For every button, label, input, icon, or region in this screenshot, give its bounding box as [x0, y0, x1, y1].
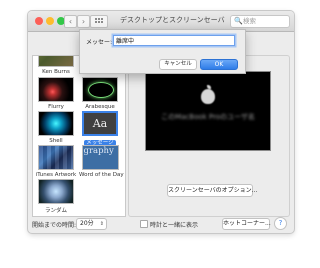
minimize-window-button[interactable] — [46, 17, 54, 25]
close-window-button[interactable] — [35, 17, 43, 25]
help-button[interactable]: ? — [274, 217, 287, 230]
apple-logo-icon — [201, 85, 215, 104]
saver-label: Shell — [49, 138, 63, 144]
hot-corners-button[interactable]: ホットコーナー... — [222, 218, 271, 230]
saver-thumbnail — [38, 56, 74, 67]
saver-thumbnail: Aa — [82, 111, 118, 136]
show-clock-checkbox[interactable] — [140, 220, 148, 228]
saver-random[interactable]: ランダム — [35, 179, 77, 214]
message-sheet: メッセージ: 離席中 キャンセル OK — [79, 29, 246, 74]
show-clock-label: 時計と一緒に表示 — [150, 222, 199, 229]
ok-button[interactable]: OK — [200, 59, 238, 70]
saver-thumbnail — [38, 179, 74, 204]
message-input[interactable]: 離席中 — [113, 35, 235, 46]
search-icon: 🔍 — [234, 17, 243, 25]
saver-label: Arabesque — [85, 104, 115, 110]
back-button[interactable]: ‹ — [64, 15, 77, 28]
window-title: デスクトップとスクリーンセーバ — [120, 16, 225, 24]
saver-itunes-artwork[interactable]: iTunes Artwork — [35, 145, 77, 178]
saver-label: Flurry — [48, 104, 64, 110]
show-all-grid-button[interactable] — [90, 15, 108, 28]
saver-label: ランダム — [44, 208, 67, 214]
preview-pane: このMacBook Proのユーザ名 スクリーンセーバのオプション... — [128, 55, 290, 217]
screen-saver-list[interactable]: Ken Burns Flurry Arabesque Shell Aa メッセー… — [32, 55, 126, 217]
cancel-button[interactable]: キャンセル — [159, 59, 197, 70]
saver-label: Ken Burns — [42, 69, 70, 75]
saver-label: iTunes Artwork — [35, 172, 77, 178]
forward-button[interactable]: › — [77, 15, 90, 28]
start-after-value: 20分 — [80, 220, 94, 227]
saver-word-of-the-day[interactable]: graphy Word of the Day — [79, 145, 124, 178]
chevron-updown-icon: ⇕ — [99, 221, 104, 227]
saver-message[interactable]: Aa メッセージ — [79, 111, 121, 146]
search-placeholder: 検索 — [243, 17, 256, 25]
saver-thumbnail — [38, 111, 74, 136]
screen-saver-options-button[interactable]: スクリーンセーバのオプション... — [167, 184, 257, 197]
saver-thumbnail: graphy — [81, 145, 119, 170]
bottom-controls: 開始までの時間: 20分 ⇕ 時計と一緒に表示 ホットコーナー... ? — [28, 217, 294, 233]
saver-thumbnail — [38, 145, 74, 170]
saver-thumbnail — [38, 77, 74, 102]
saver-arabesque[interactable]: Arabesque — [79, 77, 121, 110]
saver-ken-burns[interactable]: Ken Burns — [35, 56, 77, 75]
screen-saver-preview: このMacBook Proのユーザ名 — [145, 71, 271, 151]
saver-thumbnail — [82, 77, 118, 102]
search-field[interactable]: 🔍 検索 — [230, 15, 290, 28]
saver-flurry[interactable]: Flurry — [35, 77, 77, 110]
saver-label: Word of the Day — [79, 172, 124, 178]
preview-message: このMacBook Proのユーザ名 — [161, 113, 255, 121]
start-after-label: 開始までの時間: — [32, 222, 77, 229]
saver-shell[interactable]: Shell — [35, 111, 77, 144]
start-after-select[interactable]: 20分 ⇕ — [76, 218, 107, 230]
